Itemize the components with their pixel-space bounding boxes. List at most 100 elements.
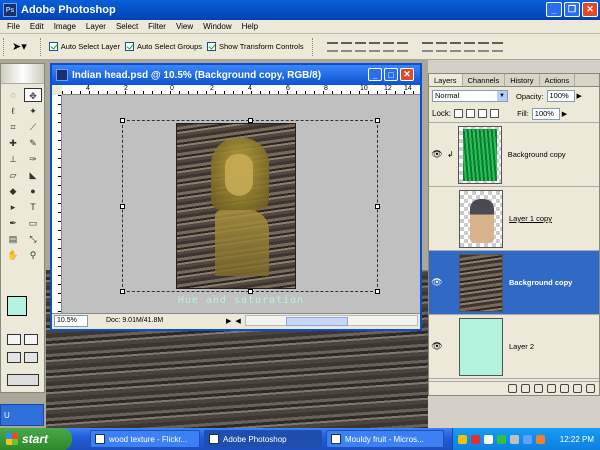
layer-style-icon[interactable]	[521, 384, 530, 393]
lasso-tool-icon[interactable]: ℓ	[4, 104, 22, 118]
new-layer-icon[interactable]	[573, 384, 582, 393]
doc-size-info[interactable]: Doc: 9.01M/41.8M	[106, 317, 226, 324]
dodge-tool-icon[interactable]: ●	[24, 184, 42, 198]
layer-name[interactable]: Layer 2	[509, 342, 534, 351]
volume-icon[interactable]	[510, 434, 519, 444]
foreground-color-swatch[interactable]	[7, 296, 27, 316]
tray-icon[interactable]	[471, 434, 480, 444]
adjustment-layer-icon[interactable]	[547, 384, 556, 393]
distribute-right-icon[interactable]	[491, 41, 503, 52]
doc-close-button[interactable]: ✕	[400, 68, 414, 81]
align-right-icon[interactable]	[396, 41, 408, 52]
taskbar-item-mouldy-fruit[interactable]: Mouldy fruit - Micros...	[326, 430, 444, 448]
transform-handle[interactable]	[120, 289, 125, 294]
align-vcenter-icon[interactable]	[340, 41, 352, 52]
menu-select[interactable]: Select	[111, 22, 143, 31]
menu-layer[interactable]: Layer	[81, 22, 111, 31]
move-tool-icon[interactable]: ✥	[24, 88, 42, 102]
distribute-bottom-icon[interactable]	[449, 41, 461, 52]
brush-tool-icon[interactable]: ✎	[24, 136, 42, 150]
lock-transparency-icon[interactable]	[454, 109, 464, 118]
pen-tool-icon[interactable]: ✒	[4, 216, 22, 230]
fill-arrow-icon[interactable]: ▶	[562, 110, 567, 118]
paint-bucket-tool-icon[interactable]: ◣	[24, 168, 42, 182]
healing-brush-tool-icon[interactable]: ✚	[4, 136, 22, 150]
layer-name[interactable]: Background copy	[509, 278, 572, 287]
transform-bounding-box[interactable]	[120, 118, 380, 294]
layer-row[interactable]: 👁 Layer 2	[429, 315, 599, 379]
tab-layers[interactable]: Layers	[429, 74, 463, 86]
standard-screen-icon[interactable]	[7, 352, 21, 363]
distribute-top-icon[interactable]	[421, 41, 433, 52]
link-layers-icon[interactable]	[508, 384, 517, 393]
tab-history[interactable]: History	[505, 74, 540, 86]
zoom-tool-icon[interactable]: ⚲	[24, 248, 42, 262]
blur-tool-icon[interactable]: ◆	[4, 184, 22, 198]
marquee-tool-icon[interactable]: ◌	[4, 88, 22, 102]
menu-window[interactable]: Window	[198, 22, 236, 31]
align-left-icon[interactable]	[368, 41, 380, 52]
full-screen-menu-icon[interactable]	[24, 352, 38, 363]
vertical-ruler[interactable]	[52, 95, 62, 313]
menu-view[interactable]: View	[171, 22, 198, 31]
distribute-hcenter-icon[interactable]	[477, 41, 489, 52]
transform-handle[interactable]	[120, 118, 125, 123]
network-icon[interactable]	[523, 434, 532, 444]
lock-all-icon[interactable]	[490, 109, 500, 118]
align-hcenter-icon[interactable]	[382, 41, 394, 52]
type-tool-icon[interactable]: T	[24, 200, 42, 214]
crop-tool-icon[interactable]: ⌗	[4, 120, 22, 134]
tab-channels[interactable]: Channels	[463, 74, 506, 86]
transform-handle[interactable]	[375, 204, 380, 209]
distribute-left-icon[interactable]	[463, 41, 475, 52]
notes-tool-icon[interactable]: ▤	[4, 232, 22, 246]
menu-edit[interactable]: Edit	[25, 22, 49, 31]
shape-tool-icon[interactable]: ▭	[24, 216, 42, 230]
eye-icon[interactable]: 👁	[429, 149, 445, 160]
trash-icon[interactable]	[586, 384, 595, 393]
taskbar-item-wood-texture[interactable]: wood texture - Flickr...	[90, 430, 200, 448]
horizontal-scrollbar[interactable]	[244, 315, 418, 326]
start-button[interactable]: start	[0, 428, 72, 450]
hand-tool-icon[interactable]: ✋	[4, 248, 22, 262]
tray-icon[interactable]	[497, 434, 506, 444]
tray-icon[interactable]	[536, 434, 545, 444]
close-button[interactable]: ✕	[582, 2, 598, 17]
layer-row[interactable]: 👁 ↲ Background copy	[429, 123, 599, 187]
transform-handle[interactable]	[375, 289, 380, 294]
minimize-button[interactable]: _	[546, 2, 562, 17]
auto-select-layer-checkbox[interactable]: Auto Select Layer	[48, 42, 120, 51]
tab-actions[interactable]: Actions	[540, 74, 576, 86]
eye-icon[interactable]: 👁	[429, 341, 445, 352]
layer-name[interactable]: Layer 1 copy	[509, 214, 552, 223]
transform-handle[interactable]	[248, 118, 253, 123]
tray-icon[interactable]	[484, 434, 493, 444]
options-grip[interactable]	[3, 37, 6, 56]
quick-mask-mode-icon[interactable]	[24, 334, 38, 345]
tray-icon[interactable]	[458, 434, 467, 444]
standard-mode-icon[interactable]	[7, 334, 21, 345]
jump-to-imageready-icon[interactable]	[7, 374, 39, 386]
taskbar-item-photoshop[interactable]: Adobe Photoshop	[204, 430, 322, 448]
menu-filter[interactable]: Filter	[143, 22, 171, 31]
document-title-bar[interactable]: Indian head.psd @ 10.5% (Background copy…	[52, 65, 420, 85]
eyedropper-tool-icon[interactable]: ⤡	[24, 232, 42, 246]
blend-mode-select[interactable]: Normal ▼	[432, 90, 508, 102]
distribute-vcenter-icon[interactable]	[435, 41, 447, 52]
magic-wand-tool-icon[interactable]: ✦	[24, 104, 42, 118]
scroll-left-icon[interactable]: ◀	[235, 317, 240, 325]
transform-handle[interactable]	[375, 118, 380, 123]
zoom-field[interactable]: 10.5%	[54, 314, 88, 327]
opacity-arrow-icon[interactable]: ▶	[577, 92, 582, 100]
show-transform-controls-checkbox[interactable]: Show Transform Controls	[207, 42, 304, 51]
path-selection-tool-icon[interactable]: ▸	[4, 200, 22, 214]
align-bottom-icon[interactable]	[354, 41, 366, 52]
add-mask-icon[interactable]	[534, 384, 543, 393]
doc-minimize-button[interactable]: _	[368, 68, 382, 81]
transform-handle[interactable]	[248, 289, 253, 294]
transform-handle[interactable]	[120, 204, 125, 209]
doc-maximize-button[interactable]: □	[384, 68, 398, 81]
eye-icon[interactable]: 👁	[429, 277, 445, 288]
side-window-tab[interactable]: U	[0, 404, 44, 426]
layer-row-selected[interactable]: 👁 Background copy	[429, 251, 599, 315]
